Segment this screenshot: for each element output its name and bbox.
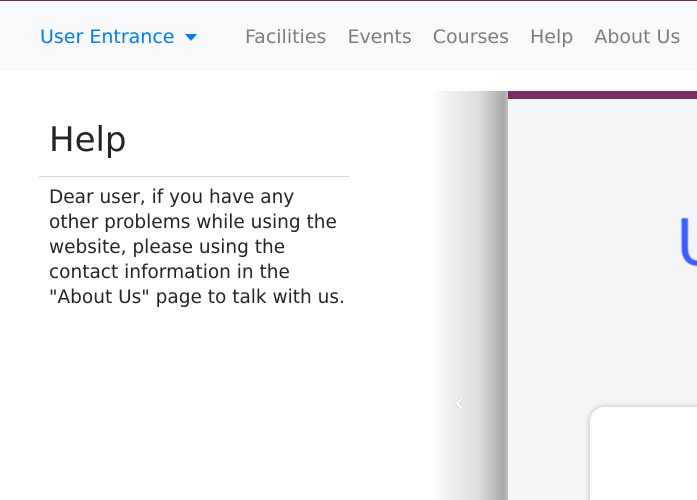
nav-link-help[interactable]: Help (530, 26, 573, 48)
help-text: Dear user, if you have any other problem… (49, 187, 345, 308)
chevron-left-icon: ‹ (454, 388, 465, 418)
help-title: Help (49, 120, 127, 160)
slide-heading-glyph: U (676, 209, 697, 279)
carousel-slide: U (508, 91, 697, 500)
nav-link-events[interactable]: Events (347, 26, 411, 48)
slide-card (590, 407, 697, 500)
page: User Entrance Facilities Events Courses … (0, 0, 697, 500)
navbar: User Entrance Facilities Events Courses … (0, 1, 697, 71)
user-entrance-label: User Entrance (40, 26, 175, 48)
carousel-shadow (430, 91, 520, 500)
nav-links: Facilities Events Courses Help About Us (245, 26, 697, 48)
user-entrance-dropdown[interactable]: User Entrance (40, 26, 198, 48)
nav-link-facilities[interactable]: Facilities (245, 26, 326, 48)
help-divider (39, 176, 350, 177)
slide-top-bar (508, 91, 697, 99)
carousel-prev-button[interactable]: ‹ (454, 389, 474, 417)
nav-link-about-us[interactable]: About Us (594, 26, 680, 48)
image-carousel: U ‹ (430, 91, 697, 500)
caret-down-icon (185, 33, 198, 41)
nav-link-courses[interactable]: Courses (433, 26, 509, 48)
